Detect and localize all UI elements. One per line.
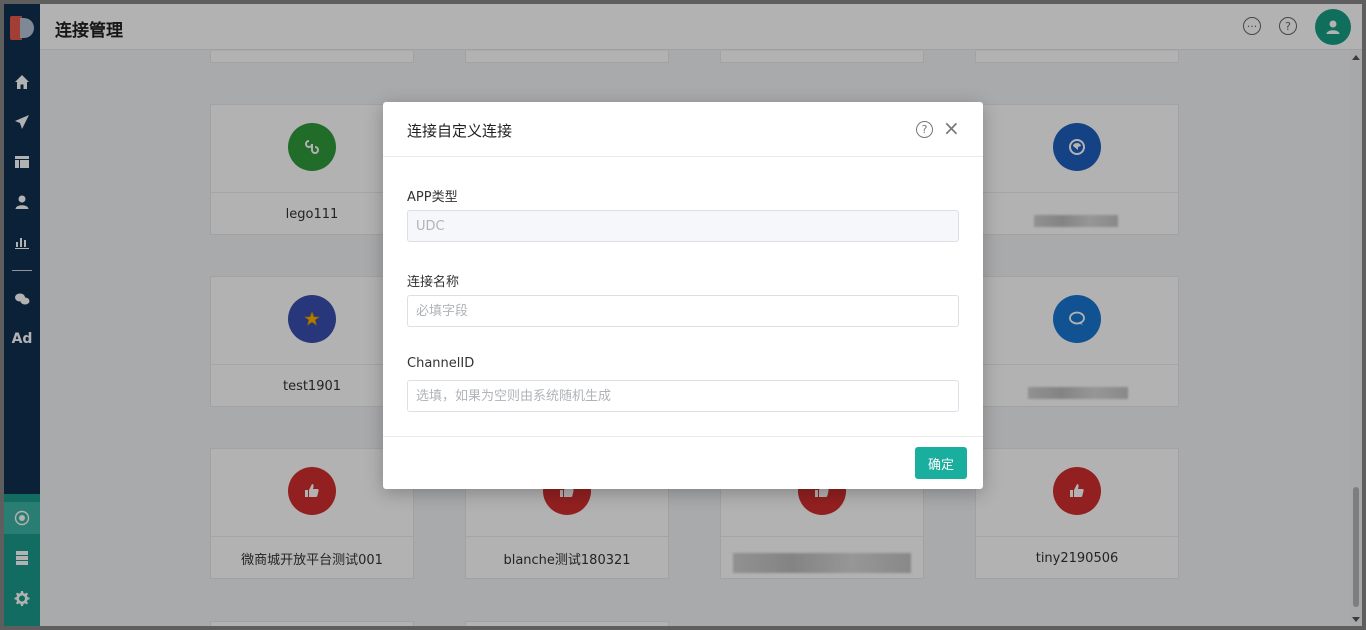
app-window: Ad 连接管理 ··· ? lego111 test1901 微商城开放平台测试… (4, 4, 1362, 626)
channel-id-input[interactable] (407, 380, 959, 412)
dialog-header: 连接自定义连接 ? × (383, 102, 983, 157)
channel-id-label: ChannelID (407, 356, 475, 371)
close-icon[interactable]: × (943, 117, 960, 139)
connection-name-label: 连接名称 (407, 275, 460, 290)
confirm-button[interactable]: 确定 (915, 447, 967, 479)
help-icon[interactable]: ? (916, 121, 933, 138)
dialog-title: 连接自定义连接 (407, 122, 513, 140)
custom-connection-dialog: 连接自定义连接 ? × APP类型 连接名称 ChannelID 确定 (383, 102, 983, 489)
dialog-footer-divider (383, 436, 983, 437)
app-type-field (407, 210, 959, 242)
connection-name-input[interactable] (407, 295, 959, 327)
app-type-label: APP类型 (407, 190, 458, 205)
